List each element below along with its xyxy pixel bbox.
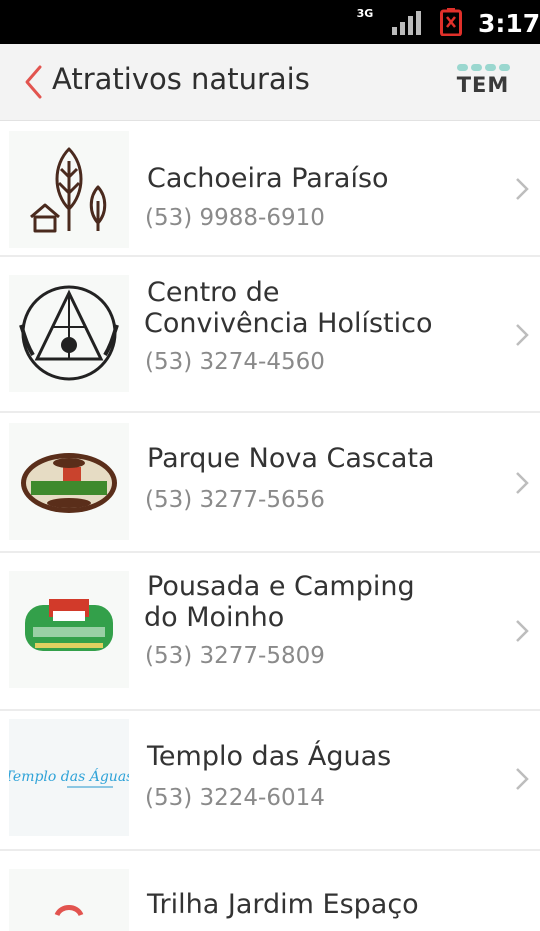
pousada-moinho-logo — [9, 571, 129, 688]
back-arrow-icon[interactable] — [20, 62, 50, 102]
tem-logo[interactable]: TEM — [455, 64, 511, 104]
parque-nova-cascata-logo — [9, 423, 129, 540]
item-phone: (53) 3274-4560 — [145, 349, 325, 375]
clock: 3:17 — [478, 9, 540, 38]
signal-icon — [392, 11, 421, 35]
logo-text: TEM — [456, 73, 510, 97]
svg-text:Templo das Águas: Templo das Águas — [9, 767, 129, 785]
trilha-jardim-logo — [9, 869, 129, 931]
item-name: Templo das Águas — [147, 741, 392, 772]
item-name: Trilha Jardim Espaço — [147, 889, 419, 920]
page-title: Atrativos naturais — [52, 62, 310, 96]
nature-trees-house-icon — [9, 131, 129, 248]
item-phone: (53) 3277-5656 — [145, 487, 325, 513]
chevron-right-icon — [516, 768, 529, 790]
logo-dots — [455, 64, 511, 71]
item-name: Parque Nova Cascata — [147, 443, 435, 474]
item-phone: (53) 3224-6014 — [145, 785, 325, 811]
attractions-list: Cachoeira Paraíso (53) 9988-6910 Centro … — [0, 121, 540, 931]
network-indicator: 3G — [356, 7, 374, 20]
chevron-right-icon — [516, 178, 529, 200]
chevron-right-icon — [516, 472, 529, 494]
chevron-right-icon — [516, 620, 529, 642]
list-item[interactable]: Cachoeira Paraíso (53) 9988-6910 — [0, 121, 540, 257]
item-name: Pousada e Camping do Moinho — [144, 571, 415, 633]
list-item[interactable]: Centro de Convivência Holístico (53) 327… — [0, 257, 540, 413]
list-item[interactable]: Pousada e Camping do Moinho (53) 3277-58… — [0, 553, 540, 711]
list-item[interactable]: Parque Nova Cascata (53) 3277-5656 — [0, 413, 540, 553]
item-name: Cachoeira Paraíso — [147, 163, 389, 194]
list-item[interactable]: Templo das Águas Templo das Águas (53) 3… — [0, 711, 540, 851]
app-bar: Atrativos naturais TEM — [0, 44, 540, 121]
battery-icon — [440, 8, 462, 36]
item-name: Centro de Convivência Holístico — [144, 277, 433, 339]
list-item[interactable]: Trilha Jardim Espaço — [0, 851, 540, 931]
item-phone: (53) 3277-5809 — [145, 643, 325, 669]
holistic-center-logo — [9, 275, 129, 392]
item-phone: (53) 9988-6910 — [145, 205, 325, 231]
templo-das-aguas-logo: Templo das Águas — [5, 719, 133, 836]
chevron-right-icon — [516, 324, 529, 346]
status-bar: 3G 3:17 — [0, 0, 540, 44]
